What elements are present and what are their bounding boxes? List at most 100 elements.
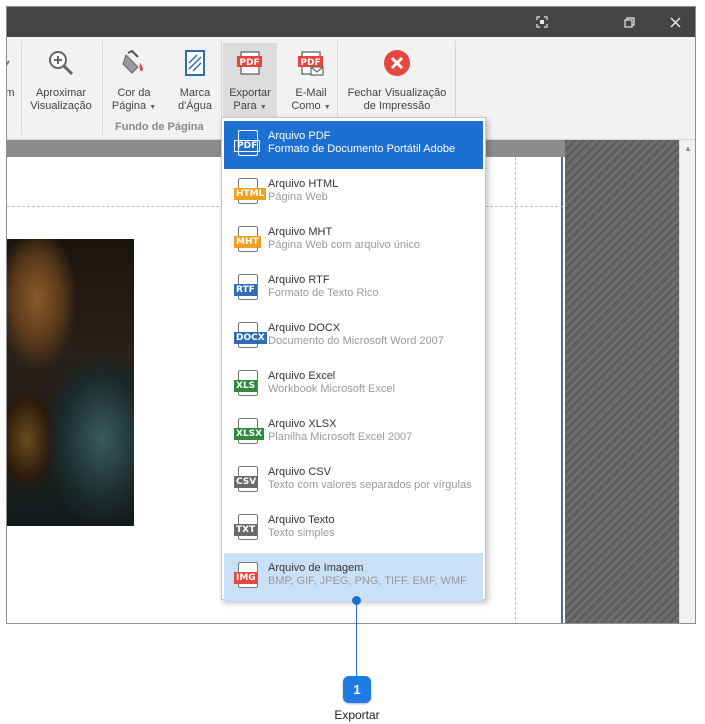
workspace-background <box>565 140 679 623</box>
scroll-up-icon[interactable]: ▲ <box>684 144 692 153</box>
menu-item-texts: Arquivo MHT Página Web com arquivo único <box>268 226 420 252</box>
title-bar <box>7 7 695 37</box>
watermark-label-2: d'Água <box>178 100 212 112</box>
menu-item-subtitle: Formato de Texto Rico <box>268 287 379 299</box>
xls-file-icon: XLS <box>234 370 266 398</box>
export-label-2: Para <box>233 100 257 112</box>
file-type-badge: XLSX <box>234 428 265 440</box>
page-color-label-2: Página <box>111 100 147 112</box>
pdf-file-icon: PDF <box>234 130 266 158</box>
menu-item-title: Arquivo Excel <box>268 370 336 382</box>
vertical-scrollbar[interactable]: ▲ <box>679 140 695 623</box>
email-label-1: E-Mail <box>295 87 327 99</box>
file-type-badge: XLS <box>234 380 258 392</box>
menu-item-docx[interactable]: DOCX Arquivo DOCX Documento do Microsoft W… <box>224 313 483 361</box>
menu-item-texts: Arquivo PDF Formato de Documento Portátil… <box>268 130 455 156</box>
menu-item-texts: Arquivo HTML Página Web <box>268 178 338 204</box>
file-type-badge: MHT <box>234 236 261 248</box>
file-type-badge: PDF <box>234 140 261 152</box>
menu-item-subtitle: Formato de Documento Portátil Adobe <box>268 143 456 155</box>
menu-item-img[interactable]: IMG Arquivo de Imagem BMP, GIF, JPEG, PNG,… <box>224 553 483 601</box>
menu-item-xls[interactable]: XLS Arquivo Excel Workbook Microsoft Excel <box>224 361 483 409</box>
file-type-badge: TXT <box>234 524 258 536</box>
ribbon-separator <box>21 41 22 135</box>
menu-item-subtitle: BMP, GIF, JPEG, PNG, TIFF, EMF, WMF <box>268 575 467 587</box>
menu-item-subtitle: Workbook Microsoft Excel <box>268 383 395 395</box>
mht-file-icon: MHT <box>234 226 266 254</box>
menu-item-xlsx[interactable]: XLSX Arquivo XLSX Planilha Microsoft Excel… <box>224 409 483 457</box>
callout-dot <box>352 596 361 605</box>
file-type-badge: CSV <box>234 476 259 488</box>
menu-item-html[interactable]: HTML Arquivo HTML Página Web <box>224 169 483 217</box>
file-type-badge: DOCX <box>234 332 267 344</box>
page-color-button[interactable]: Cor da Página ▼ <box>107 43 161 119</box>
ribbon-separator <box>102 41 103 135</box>
zoom-label-1: Aproximar <box>35 87 87 99</box>
menu-item-texts: Arquivo Texto Texto simples <box>268 514 335 540</box>
xlsx-file-icon: XLSX <box>234 418 266 446</box>
close-preview-label-2: de Impressão <box>363 100 431 112</box>
menu-item-texts: Arquivo XLSX Planilha Microsoft Excel 200… <box>268 418 412 444</box>
page-color-label-1: Cor da <box>117 87 151 99</box>
email-as-button[interactable]: PDF E-Mail Como ▼ <box>283 43 339 119</box>
pdf-email-icon: PDF <box>295 47 327 79</box>
callout-line <box>356 600 357 676</box>
menu-item-subtitle: Planilha Microsoft Excel 2007 <box>268 431 413 443</box>
menu-item-title: Arquivo RTF <box>268 274 330 286</box>
menu-item-txt[interactable]: TXT Arquivo Texto Texto simples <box>224 505 483 553</box>
menu-item-title: Arquivo de Imagem <box>268 562 364 574</box>
menu-item-title: Arquivo Texto <box>268 514 335 526</box>
paint-bucket-icon <box>118 47 150 79</box>
html-file-icon: HTML <box>234 178 267 206</box>
menu-item-texts: Arquivo DOCX Documento do Microsoft Word … <box>268 322 444 348</box>
menu-item-subtitle: Página Web com arquivo único <box>268 239 421 251</box>
csv-file-icon: CSV <box>234 466 266 494</box>
menu-item-subtitle: Página Web <box>268 191 328 203</box>
menu-item-title: Arquivo MHT <box>268 226 333 238</box>
menu-item-texts: Arquivo Excel Workbook Microsoft Excel <box>268 370 395 396</box>
partial-icon <box>7 47 26 79</box>
zoom-in-icon <box>45 47 77 79</box>
watermark-button[interactable]: Marca d'Água <box>167 43 223 119</box>
docx-file-icon: DOCX <box>234 322 267 350</box>
menu-item-mht[interactable]: MHT Arquivo MHT Página Web com arquivo úni… <box>224 217 483 265</box>
page-photo <box>7 239 134 526</box>
ribbon-partial-button[interactable]: m <box>6 43 19 119</box>
restore-icon[interactable] <box>609 7 649 37</box>
chevron-down-icon: ▼ <box>149 104 157 111</box>
ribbon-partial-label: m <box>6 87 15 99</box>
zoom-button[interactable]: Aproximar Visualização <box>25 43 97 119</box>
margin-guide-vertical <box>515 157 516 623</box>
chevron-down-icon: ▼ <box>323 104 331 111</box>
zoom-label-2: Visualização <box>30 100 92 112</box>
export-dropdown-menu: PDF Arquivo PDF Formato de Documento Portá… <box>221 117 486 601</box>
menu-item-texts: Arquivo CSV Texto com valores separados p… <box>268 466 472 492</box>
menu-item-subtitle: Texto com valores separados por vírgulas <box>268 479 472 491</box>
fullscreen-icon[interactable] <box>522 7 562 37</box>
menu-item-subtitle: Texto simples <box>268 527 335 539</box>
close-circle-icon <box>381 47 413 79</box>
menu-item-rtf[interactable]: RTF Arquivo RTF Formato de Texto Rico <box>224 265 483 313</box>
export-to-button[interactable]: PDF Exportar Para ▼ <box>223 43 277 119</box>
callout-label: Exportar <box>334 708 380 722</box>
rtf-file-icon: RTF <box>234 274 266 302</box>
export-label-1: Exportar <box>229 87 271 99</box>
close-print-preview-button[interactable]: Fechar Visualização de Impressão <box>341 43 453 119</box>
chevron-down-icon: ▼ <box>259 104 267 111</box>
watermark-icon <box>179 47 211 79</box>
file-type-badge: RTF <box>234 284 257 296</box>
pdf-icon-text: PDF <box>239 58 259 68</box>
menu-item-subtitle: Documento do Microsoft Word 2007 <box>268 335 444 347</box>
callout-number-badge: 1 <box>343 676 371 703</box>
menu-item-csv[interactable]: CSV Arquivo CSV Texto com valores separado… <box>224 457 483 505</box>
menu-item-title: Arquivo PDF <box>268 130 331 142</box>
close-icon[interactable] <box>655 7 695 37</box>
email-label-2: Como <box>291 100 321 112</box>
menu-item-pdf[interactable]: PDF Arquivo PDF Formato de Documento Portá… <box>224 121 483 169</box>
watermark-label-1: Marca <box>179 87 211 99</box>
menu-item-texts: Arquivo de Imagem BMP, GIF, JPEG, PNG, TI… <box>268 562 467 588</box>
txt-file-icon: TXT <box>234 514 266 542</box>
menu-item-title: Arquivo CSV <box>268 466 331 478</box>
menu-item-title: Arquivo HTML <box>268 178 339 190</box>
pdf-export-icon: PDF <box>234 47 266 79</box>
